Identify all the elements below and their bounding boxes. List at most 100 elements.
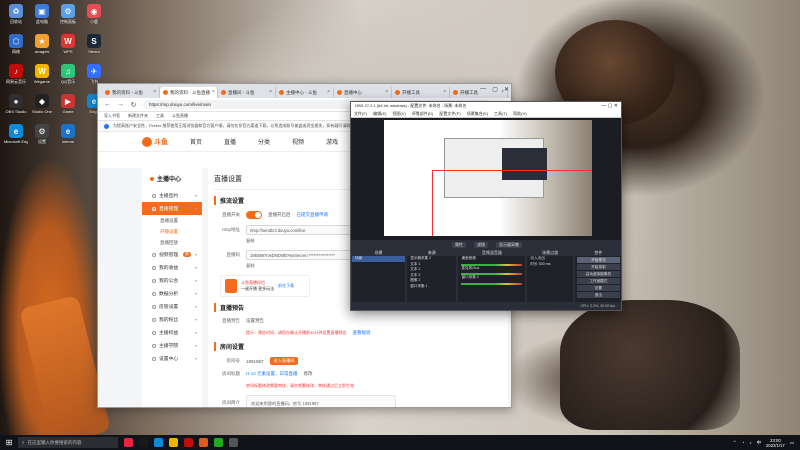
close-tab-icon[interactable]: × [153, 87, 156, 98]
desktop-icon[interactable]: ● OBS Studio [4, 94, 28, 114]
sidebar-item[interactable]: 视频管理新 ▾ [142, 248, 202, 261]
desktop-icon[interactable]: ♻ 回收站 [4, 4, 28, 24]
obs-menu-item[interactable]: 配置文件(P) [439, 110, 460, 117]
obs-control-button[interactable]: 开始录制 [576, 264, 621, 270]
close-tab-icon[interactable]: × [443, 87, 446, 98]
desktop-icon[interactable]: ▶ Game [56, 94, 80, 114]
desktop-icon[interactable]: W WPS [56, 34, 80, 54]
obs-control-button[interactable]: 启动虚拟摄像机 [576, 271, 621, 277]
scene-item[interactable]: 场景 [352, 256, 406, 262]
obs-menu-item[interactable]: 停靠部件(D) [412, 110, 434, 117]
promo-card[interactable]: 斗鱼直播伴侣 一键开播 更多玩法 前往下载 [220, 275, 310, 297]
promo-download-button[interactable]: 前往下载 [278, 283, 294, 289]
sidebar-item[interactable]: 我的收益 ▾ [142, 261, 202, 274]
sidebar-item[interactable]: 数据分析 ▾ [142, 287, 202, 300]
desktop-icon[interactable]: ♪ 网易云音乐 [4, 64, 28, 84]
minimize-icon[interactable]: — [480, 86, 486, 93]
taskbar-app-icon[interactable] [199, 438, 208, 447]
obs-preview[interactable] [351, 118, 621, 240]
taskbar-search[interactable]: ⌕ 在这里输入你要搜索的内容 [18, 437, 118, 448]
obs-menu-item[interactable]: 场景集合(S) [467, 110, 488, 117]
desktop-icon[interactable]: ⚙ 控制面板 [56, 4, 80, 24]
notification-icon[interactable]: ▭ [790, 440, 794, 446]
obs-control-button[interactable]: 开始推流 [576, 257, 621, 263]
taskbar-app-icon[interactable] [214, 438, 223, 447]
desktop-icon[interactable]: ⬡ 网络 [4, 34, 28, 54]
volume-icon[interactable]: ♪ [749, 440, 751, 445]
obs-selection-box[interactable] [432, 170, 592, 236]
sidebar-item[interactable]: 主播权益 ▾ [142, 326, 202, 339]
close-tab-icon[interactable]: × [385, 87, 388, 98]
obs-menu-item[interactable]: 编辑(E) [373, 110, 386, 117]
close-tab-icon[interactable]: × [212, 87, 215, 98]
preview-value[interactable]: 设置预告 [246, 318, 264, 324]
close-tab-icon[interactable]: × [327, 87, 330, 98]
desktop-icon[interactable]: e Interne [56, 124, 80, 144]
obs-capture-label[interactable]: 显示器采集 [496, 241, 522, 248]
desktop-icon[interactable]: ★ alvageis [30, 34, 54, 54]
desktop-icon[interactable]: ◆ Studio One [30, 94, 54, 114]
browser-tab[interactable]: 我的资料 - 斗鱼 × [102, 87, 160, 98]
nav-home[interactable]: 首页 [190, 137, 202, 146]
sidebar-item[interactable]: 直播管理 ▾ [142, 202, 202, 215]
browser-tab[interactable]: 主播中心 - 斗鱼 × [276, 87, 334, 98]
obs-window-controls[interactable]: — ▢ ✕ [601, 102, 618, 110]
network-icon[interactable]: ◔ [742, 440, 745, 445]
nav-category[interactable]: 分类 [258, 137, 270, 146]
bookmark-item[interactable]: 工具 [156, 113, 164, 119]
obs-menu-item[interactable]: 文件(F) [354, 110, 367, 117]
desktop-icon[interactable]: S Steam [82, 34, 106, 54]
browser-tab[interactable]: 直播间 - 斗鱼 × [218, 87, 276, 98]
push-link[interactable]: 已提交直播申请 [297, 212, 329, 218]
browser-tab[interactable]: 直播中心 × [334, 87, 392, 98]
transition-duration[interactable]: 时长 300 ms [527, 262, 572, 268]
desktop-icon[interactable]: W Wegame [30, 64, 54, 84]
taskbar-app-icon[interactable] [169, 438, 178, 447]
desktop-icon[interactable]: eMicrosoft Edge [4, 124, 28, 144]
forward-icon[interactable]: → [117, 101, 124, 108]
taskbar-app-icon[interactable] [154, 438, 163, 447]
obs-properties-button[interactable]: 属性 [452, 241, 466, 248]
sidebar-subitem[interactable]: 开播设置 [142, 226, 202, 237]
site-logo[interactable]: 斗鱼 [142, 136, 168, 147]
rtmp-field[interactable]: rtmp://sendtc3.douyu.com/live [246, 225, 366, 235]
room-title-edit-button[interactable]: 修改 [304, 371, 313, 377]
obs-canvas[interactable] [384, 120, 592, 236]
desktop-icon[interactable]: ▣ 此电脑 [30, 4, 54, 24]
browser-tab[interactable]: 开播工具 × [392, 87, 450, 98]
obs-filters-button[interactable]: 滤镜 [474, 241, 488, 248]
close-icon[interactable]: ✕ [504, 86, 509, 93]
preview-rules-link[interactable]: 查看规则 [352, 330, 370, 336]
desktop-icon[interactable]: ⚙ 设置 [30, 124, 54, 144]
obs-control-button[interactable]: 退出 [576, 292, 621, 298]
close-tab-icon[interactable]: × [269, 87, 272, 98]
sidebar-subitem[interactable]: 直播回放 [142, 237, 202, 248]
desktop-icon[interactable]: ♫ QQ音乐 [56, 64, 80, 84]
browser-tab[interactable]: 我的资料 - 斗鱼直播 × [160, 87, 218, 98]
maximize-icon[interactable]: ▢ [492, 86, 498, 93]
tray-chevron-icon[interactable]: ⌃ [733, 440, 737, 446]
sidebar-subitem[interactable]: 直播设置 [142, 215, 202, 226]
enter-room-button[interactable]: 进入直播间 [269, 357, 299, 365]
sidebar-item[interactable]: 我的粉丝 ▾ [142, 313, 202, 326]
source-item[interactable]: 窗口采集 1 [407, 284, 456, 290]
obs-menu-item[interactable]: 视图(V) [392, 110, 405, 117]
obs-menu-item[interactable]: 工具(T) [494, 110, 507, 117]
intro-textarea[interactable]: 欢迎来到我的直播间，房号 1891987 [246, 395, 396, 407]
sidebar-item[interactable]: 我的公会 ▾ [142, 274, 202, 287]
live-toggle[interactable] [246, 211, 262, 219]
sidebar-item[interactable]: 主播签约 ▾ [142, 189, 202, 202]
duration-value[interactable]: 300 ms [539, 262, 551, 266]
reload-icon[interactable]: ↻ [130, 101, 137, 109]
sidebar-item[interactable]: 主播学院 ▾ [142, 339, 202, 352]
obs-menu-item[interactable]: 帮助(H) [513, 110, 527, 117]
desktop-icon[interactable]: ✈ 飞书 [82, 64, 106, 84]
obs-control-button[interactable]: 工作室模式 [576, 278, 621, 284]
windows-start-icon[interactable]: ⊞ [0, 438, 18, 447]
taskbar-app-icon[interactable] [229, 438, 238, 447]
desktop-icon[interactable]: ◉ 小鹿 [82, 4, 106, 24]
bookmark-item[interactable]: 斗鱼直播 [172, 113, 188, 119]
taskbar-app-icon[interactable] [184, 438, 193, 447]
obs-control-button[interactable]: 设置 [576, 285, 621, 291]
taskbar-app-icon[interactable] [124, 438, 133, 447]
